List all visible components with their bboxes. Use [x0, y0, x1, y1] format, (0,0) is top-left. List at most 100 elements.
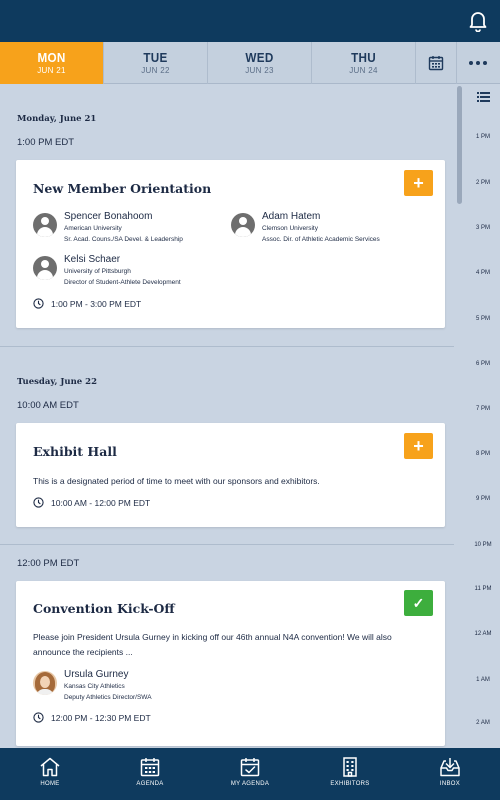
time-label: 1:00 PM EDT — [17, 137, 75, 148]
time-label: 10:00 AM EDT — [17, 400, 79, 411]
avatar — [231, 213, 255, 237]
list-icon[interactable] — [477, 92, 490, 102]
speaker-name: Ursula Gurney — [64, 669, 129, 680]
event-card-orientation[interactable]: New Member Orientation + Spencer Bonahoo… — [16, 160, 445, 328]
plus-icon: + — [413, 172, 424, 193]
speaker-role: Assoc. Dir. of Athletic Academic Service… — [262, 236, 380, 243]
rail-hour[interactable]: 6 PM — [466, 361, 500, 367]
nav-my-agenda[interactable]: MY AGENDA — [200, 748, 300, 800]
speaker[interactable]: Adam Hatem Clemson University Assoc. Dir… — [231, 211, 380, 245]
time-label: 12:00 PM EDT — [17, 558, 80, 569]
day-tab-tue[interactable]: TUE JUN 22 — [104, 42, 208, 84]
speaker-name: Kelsi Schaer — [64, 254, 121, 265]
my-agenda-icon — [240, 758, 260, 777]
time-rail[interactable]: 1 PM 2 PM 3 PM 4 PM 5 PM 6 PM 7 PM 8 PM … — [466, 84, 500, 748]
more-icon — [469, 61, 487, 65]
nav-home[interactable]: HOME — [0, 748, 100, 800]
event-title: New Member Orientation — [33, 181, 212, 196]
rail-hour[interactable]: 5 PM — [466, 316, 500, 322]
avatar — [33, 256, 57, 280]
speaker-org: Clemson University — [262, 225, 318, 232]
rail-hour[interactable]: 10 PM — [466, 542, 500, 548]
section-tuesday: Tuesday, June 22 10:00 AM EDT Exhibit Ha… — [0, 347, 454, 544]
checkmark-icon: ✓ — [412, 594, 425, 611]
nav-label: EXHIBITORS — [330, 781, 370, 787]
nav-agenda[interactable]: AGENDA — [100, 748, 200, 800]
nav-exhibitors[interactable]: EXHIBITORS — [300, 748, 400, 800]
scrollbar-thumb[interactable] — [457, 86, 462, 204]
event-card-kickoff[interactable]: Convention Kick-Off ✓ Please join Presid… — [16, 581, 445, 746]
day-tab-day: MON — [37, 50, 66, 65]
add-to-agenda-button[interactable]: + — [404, 170, 433, 196]
rail-hour[interactable]: 2 PM — [466, 180, 500, 186]
rail-hour[interactable]: 1 AM — [466, 677, 500, 683]
speaker-org: American University — [64, 225, 122, 232]
day-tab-thu[interactable]: THU JUN 24 — [312, 42, 416, 84]
speaker[interactable]: Spencer Bonahoom American University Sr.… — [33, 211, 183, 245]
speaker-role: Director of Student-Athlete Development — [64, 279, 181, 286]
day-tab-day: WED — [245, 50, 274, 65]
event-time: 10:00 AM - 12:00 PM EDT — [33, 497, 150, 508]
clock-icon — [33, 298, 44, 309]
day-tab-date: JUN 23 — [245, 66, 274, 75]
bottom-nav: HOME AGENDA MY AGENDA EXHIBITORS INBOX — [0, 748, 500, 800]
day-tab-wed[interactable]: WED JUN 23 — [208, 42, 312, 84]
nav-inbox[interactable]: INBOX — [400, 748, 500, 800]
rail-hour[interactable]: 4 PM — [466, 270, 500, 276]
day-tab-mon[interactable]: MON JUN 21 — [0, 42, 104, 84]
day-tab-date: JUN 24 — [349, 66, 378, 75]
rail-hour[interactable]: 11 PM — [466, 586, 500, 592]
clock-icon — [33, 497, 44, 508]
event-time-text: 12:00 PM - 12:30 PM EDT — [51, 712, 151, 723]
speaker-name: Adam Hatem — [262, 211, 321, 222]
day-tabs: MON JUN 21 TUE JUN 22 WED JUN 23 THU JUN… — [0, 42, 500, 84]
inbox-icon — [440, 758, 460, 777]
speaker-org: University of Pittsburgh — [64, 268, 131, 275]
plus-icon: + — [413, 435, 424, 456]
event-time-text: 1:00 PM - 3:00 PM EDT — [51, 298, 142, 309]
speaker-org: Kansas City Athletics — [64, 683, 125, 690]
rail-hour[interactable]: 8 PM — [466, 451, 500, 457]
rail-hour[interactable]: 9 PM — [466, 496, 500, 502]
event-time-text: 10:00 AM - 12:00 PM EDT — [51, 497, 151, 508]
calendar-icon — [428, 56, 444, 71]
nav-label: MY AGENDA — [230, 781, 270, 787]
exhibitors-icon — [343, 757, 357, 777]
calendar-button[interactable] — [416, 42, 457, 84]
bell-icon[interactable] — [468, 10, 488, 32]
speaker[interactable]: Kelsi Schaer University of Pittsburgh Di… — [33, 254, 181, 288]
top-bar — [0, 0, 500, 42]
event-time: 12:00 PM - 12:30 PM EDT — [33, 712, 151, 723]
rail-hour[interactable]: 7 PM — [466, 406, 500, 412]
avatar — [33, 671, 57, 695]
add-to-agenda-button[interactable]: + — [404, 433, 433, 459]
agenda-icon — [140, 758, 160, 777]
home-icon — [40, 757, 60, 777]
speaker-role: Deputy Athletics Director/SWA — [64, 694, 152, 701]
nav-label: AGENDA — [136, 781, 164, 787]
event-description: This is a designated period of time to m… — [33, 476, 320, 486]
more-button[interactable] — [457, 42, 499, 84]
day-label: Monday, June 21 — [17, 114, 97, 124]
speaker-role: Sr. Acad. Couns./SA Devel. & Leadership — [64, 236, 183, 243]
agenda-list[interactable]: Monday, June 21 1:00 PM EDT New Member O… — [0, 84, 454, 748]
rail-hour[interactable]: 2 AM — [466, 720, 500, 726]
nav-label: HOME — [40, 781, 60, 787]
event-time: 1:00 PM - 3:00 PM EDT — [33, 298, 141, 309]
event-title: Convention Kick-Off — [33, 601, 175, 616]
day-tab-date: JUN 21 — [37, 66, 66, 75]
event-description: Please join President Ursula Gurney in k… — [33, 632, 392, 657]
added-to-agenda-button[interactable]: ✓ — [404, 590, 433, 616]
rail-hour[interactable]: 12 AM — [466, 631, 500, 637]
rail-hour[interactable]: 3 PM — [466, 225, 500, 231]
clock-icon — [33, 712, 44, 723]
event-card-exhibit-hall[interactable]: Exhibit Hall + This is a designated peri… — [16, 423, 445, 527]
section-tuesday-noon: 12:00 PM EDT Convention Kick-Off ✓ Pleas… — [0, 545, 454, 748]
avatar — [33, 213, 57, 237]
event-title: Exhibit Hall — [33, 444, 117, 459]
day-tab-date: JUN 22 — [141, 66, 170, 75]
day-tab-day: TUE — [143, 50, 168, 65]
rail-hour[interactable]: 1 PM — [466, 134, 500, 140]
nav-label: INBOX — [439, 781, 461, 787]
speaker[interactable]: Ursula Gurney Kansas City Athletics Depu… — [33, 669, 152, 703]
